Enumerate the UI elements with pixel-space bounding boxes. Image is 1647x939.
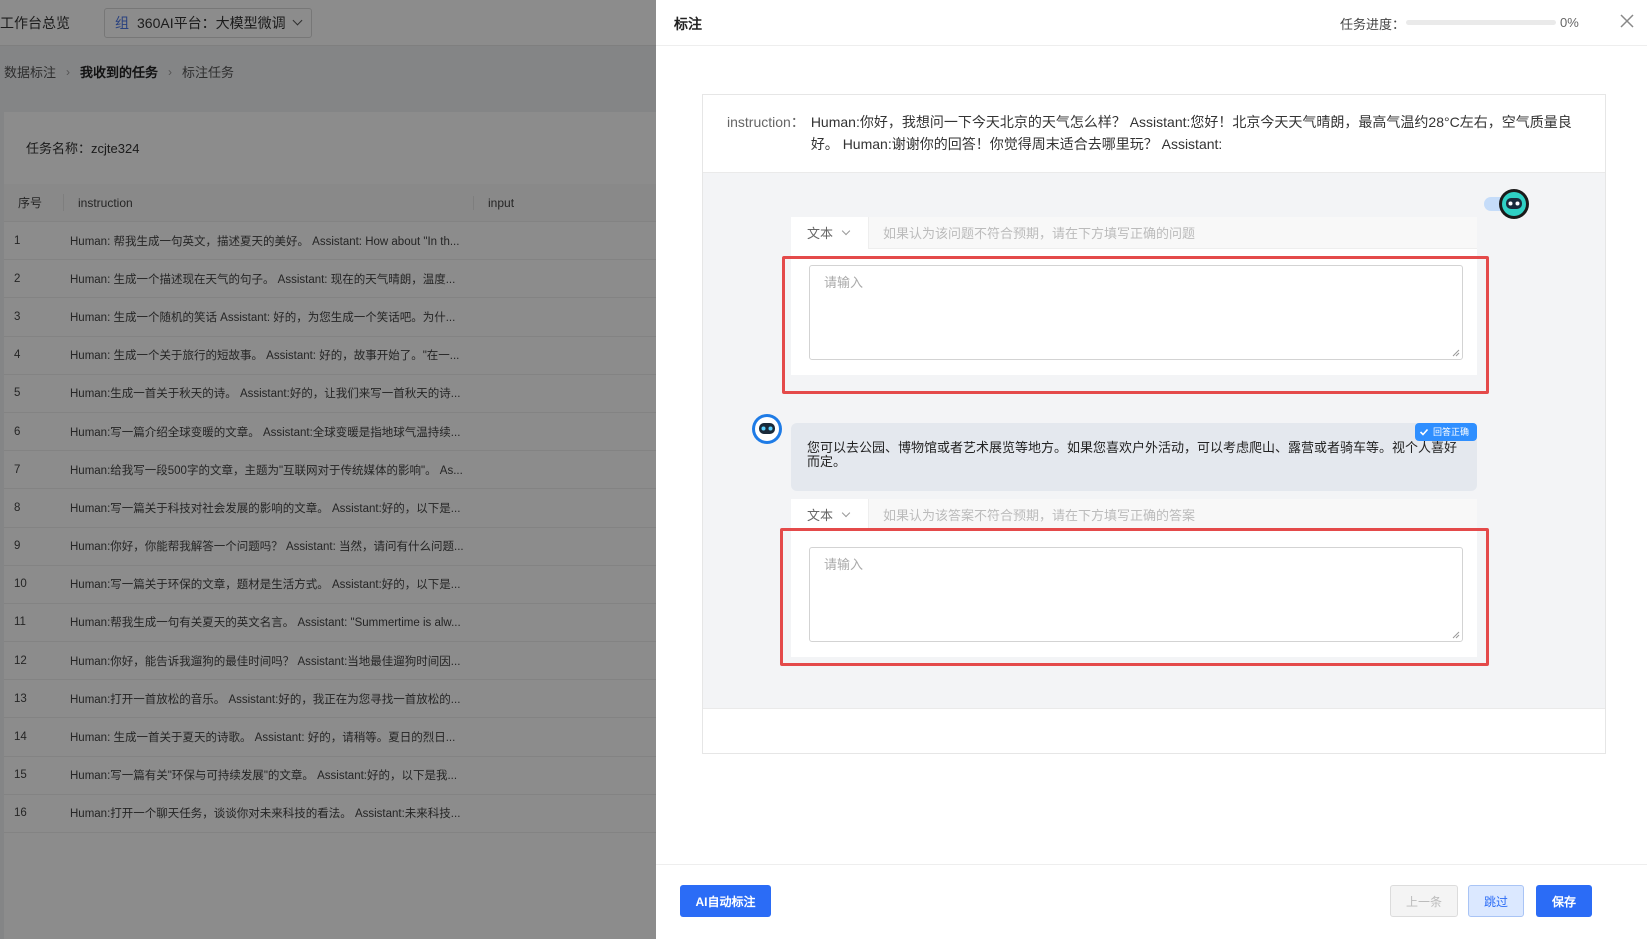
instruction-label: instruction： [727, 114, 805, 130]
answer-input-wrap: 请输入 [791, 531, 1477, 657]
question-placeholder: 请输入 [824, 275, 864, 290]
annotation-drawer: 标注 任务进度： 0% instruction： Human:你好，我想问一下今… [656, 0, 1647, 939]
progress-percent: 0% [1560, 15, 1579, 30]
save-button[interactable]: 保存 [1536, 885, 1592, 917]
question-input-wrap: 请输入 [791, 249, 1477, 375]
ai-auto-label-button[interactable]: AI自动标注 [680, 885, 771, 917]
progress-bar [1406, 20, 1556, 25]
answer-type-row: 文本 如果认为该答案不符合预期，请在下方填写正确的答案 [791, 498, 1477, 531]
resize-grip-icon[interactable] [1452, 631, 1460, 639]
answer-placeholder: 请输入 [824, 557, 864, 572]
resize-grip-icon[interactable] [1452, 349, 1460, 357]
chevron-down-icon [841, 226, 851, 235]
drawer-title: 标注 [674, 16, 702, 32]
answer-correct-badge[interactable]: 回答正确 [1414, 423, 1477, 441]
answer-correction-block: 文本 如果认为该答案不符合预期，请在下方填写正确的答案 请输入 [791, 498, 1477, 657]
chevron-down-icon [841, 508, 851, 517]
skip-button[interactable]: 跳过 [1468, 885, 1524, 917]
user-robot-avatar-icon [1499, 189, 1529, 219]
answer-hint: 如果认为该答案不符合预期，请在下方填写正确的答案 [883, 508, 1196, 523]
annotation-panel: instruction： Human:你好，我想问一下今天北京的天气怎么样？ A… [702, 94, 1606, 754]
drawer-header: 标注 任务进度： 0% [656, 0, 1647, 46]
answer-type-label: 文本 [807, 508, 834, 523]
modal-overlay[interactable] [0, 0, 656, 939]
close-icon[interactable] [1616, 10, 1638, 32]
instruction-section: instruction： Human:你好，我想问一下今天北京的天气怎么样？ A… [703, 95, 1605, 173]
question-textarea[interactable]: 请输入 [809, 265, 1463, 360]
question-type-label: 文本 [807, 226, 834, 241]
answer-type-select[interactable]: 文本 [791, 498, 869, 531]
assistant-robot-avatar-icon [752, 414, 782, 444]
answer-textarea[interactable]: 请输入 [809, 547, 1463, 642]
drawer-footer: AI自动标注 上一条 跳过 保存 [656, 864, 1647, 939]
assistant-answer-text: 您可以去公园、博物馆或者艺术展览等地方。如果您喜欢户外活动，可以考虑爬山、露营或… [807, 440, 1458, 469]
answer-correct-badge-label: 回答正确 [1432, 427, 1469, 437]
question-correction-block: 文本 如果认为该问题不符合预期，请在下方填写正确的问题 请输入 [791, 216, 1477, 375]
question-hint: 如果认为该问题不符合预期，请在下方填写正确的问题 [883, 226, 1196, 241]
question-type-select[interactable]: 文本 [791, 216, 869, 249]
check-icon [1419, 428, 1429, 436]
instruction-text: Human:你好，我想问一下今天北京的天气怎么样？ Assistant:您好！北… [810, 114, 1572, 152]
chat-area: 文本 如果认为该问题不符合预期，请在下方填写正确的问题 请输入 您可以去公园、博… [703, 173, 1605, 709]
progress-label: 任务进度： [1340, 17, 1406, 32]
previous-button[interactable]: 上一条 [1390, 885, 1458, 917]
assistant-answer-bubble: 您可以去公园、博物馆或者艺术展览等地方。如果您喜欢户外活动，可以考虑爬山、露营或… [791, 423, 1477, 491]
question-type-row: 文本 如果认为该问题不符合预期，请在下方填写正确的问题 [791, 216, 1477, 249]
